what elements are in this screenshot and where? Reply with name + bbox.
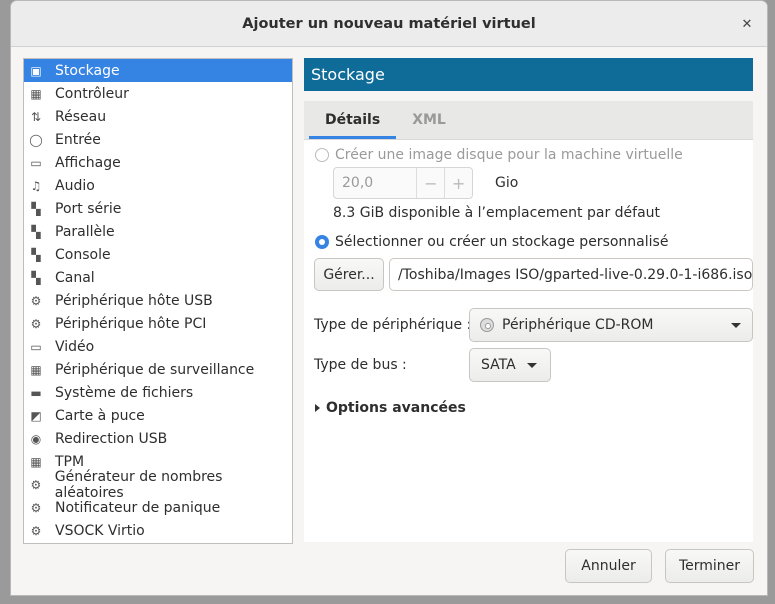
sidebar-item-watchdog[interactable]: ▦ Périphérique de surveillance [24,358,292,381]
sidebar-item-rng[interactable]: ⚙ Générateur de nombres aléatoires [24,469,292,501]
sidebar-item-label: Carte à puce [55,407,145,424]
cdrom-icon [480,318,494,332]
watchdog-icon: ▦ [30,362,42,377]
sidebar-item-label: Affichage [55,154,121,171]
title-bar: Ajouter un nouveau matériel virtuel ✕ [11,1,767,47]
sidebar-item-mouse[interactable]: ◯ Entrée [24,128,292,151]
sidebar-item-label: TPM [55,453,85,470]
audio-icon: ♫ [30,178,42,193]
create-image-radio[interactable] [315,148,329,162]
expander-arrow-icon [315,404,320,412]
disk-size-value[interactable]: 20,0 [334,168,418,198]
sidebar-item-video[interactable]: ▭ Vidéo [24,335,292,358]
create-image-option[interactable]: Créer une image disque pour la machine v… [315,147,683,163]
sidebar-item-usb-redirect[interactable]: ◉ Redirection USB [24,427,292,450]
available-space-text: 8.3 GiB disponible à l’emplacement par d… [333,205,661,221]
bus-type-label: Type de bus : [314,357,407,373]
custom-storage-radio[interactable] [315,235,329,249]
decrement-button[interactable]: − [417,168,446,198]
bus-type-value: SATA [481,357,516,373]
sidebar-item-channel[interactable]: ▚ Canal [24,266,292,289]
sidebar-item-label: Vidéo [55,338,95,355]
vsock-icon: ⚙ [30,523,42,538]
sidebar-item-label: Générateur de nombres aléatoires [54,468,223,501]
sidebar-item-monitor[interactable]: ▭ Affichage [24,151,292,174]
smartcard-icon: ◩ [30,408,42,423]
bus-type-select[interactable]: SATA [469,348,551,382]
monitor-icon: ▭ [30,155,42,170]
sidebar-item-label: Canal [55,269,95,286]
increment-button[interactable]: + [445,168,472,198]
device-type-label: Type de périphérique : [314,317,472,333]
storage-path-input[interactable]: /Toshiba/Images ISO/gparted-live-0.29.0-… [389,258,753,291]
sidebar-item-label: Console [55,246,111,263]
create-image-label: Créer une image disque pour la machine v… [335,147,683,163]
sidebar-item-serial-port[interactable]: ▚ Port série [24,197,292,220]
size-unit: Gio [495,175,519,191]
sidebar-item-label: Audio [55,177,95,194]
usb-redirect-icon: ◉ [30,431,42,446]
channel-icon: ▚ [31,270,41,285]
sidebar-item-label: VSOCK Virtio [55,522,145,539]
tab-bar: Détails XML [304,101,753,140]
sidebar-item-vsock[interactable]: ⚙ VSOCK Virtio [24,519,292,542]
serial-port-icon: ▚ [31,201,41,216]
sidebar-item-label: Réseau [55,108,107,125]
network-icon: ⇅ [30,109,42,124]
tab-details[interactable]: Détails [309,101,397,139]
panic-icon: ⚙ [30,500,42,515]
sidebar-item-label: Stockage [55,62,120,79]
device-type-value: Périphérique CD-ROM [502,317,654,333]
sidebar-item-parallel-port[interactable]: ▚ Parallèle [24,220,292,243]
sidebar-item-label: Périphérique hôte PCI [55,315,207,332]
sidebar-item-label: Périphérique de surveillance [55,361,255,378]
dialog-title: Ajouter un nouveau matériel virtuel [242,15,536,32]
sidebar-item-pci-host[interactable]: ⚙ Périphérique hôte PCI [24,312,292,335]
controller-icon: ▦ [30,86,42,101]
sidebar-item-audio[interactable]: ♫ Audio [24,174,292,197]
usb-host-icon: ⚙ [30,293,42,308]
device-type-select[interactable]: Périphérique CD-ROM [469,308,753,342]
sidebar-item-usb-host[interactable]: ⚙ Périphérique hôte USB [24,289,292,312]
disk-size-spinner[interactable]: 20,0 − + [333,167,473,199]
filesystem-icon: ▬ [30,385,42,400]
sidebar-item-label: Redirection USB [55,430,168,447]
sidebar-item-label: Notificateur de panique [55,499,221,516]
chevron-down-icon [527,363,537,368]
pci-host-icon: ⚙ [30,316,42,331]
advanced-options-label: Options avancées [326,400,466,416]
sidebar-item-label: Périphérique hôte USB [55,292,213,309]
sidebar-item-network[interactable]: ⇅ Réseau [24,105,292,128]
tpm-icon: ▦ [30,454,42,469]
disk-icon: ▣ [30,63,42,78]
sidebar-item-label: Entrée [55,131,101,148]
video-icon: ▭ [30,339,42,354]
parallel-port-icon: ▚ [31,224,41,239]
custom-storage-label: Sélectionner ou créer un stockage person… [335,234,669,250]
console-icon: ▚ [31,247,41,262]
rng-icon: ⚙ [30,477,42,492]
dialog-window: Ajouter un nouveau matériel virtuel ✕ ▣ S… [10,0,768,596]
advanced-options-expander[interactable]: Options avancées [315,400,466,416]
details-panel: Détails XML Créer une image disque pour … [304,101,753,542]
manage-button[interactable]: Gérer... [314,258,384,291]
custom-storage-option[interactable]: Sélectionner ou créer un stockage person… [315,234,668,250]
sidebar-item-smartcard[interactable]: ◩ Carte à puce [24,404,292,427]
mouse-icon: ◯ [29,132,43,147]
sidebar-item-label: Contrôleur [55,85,129,102]
close-icon[interactable]: ✕ [737,14,757,34]
tab-xml[interactable]: XML [396,101,462,139]
hardware-type-list: ▣ Stockage ▦ Contrôleur ⇅ Réseau ◯ Entrée ▭ Affic… [23,58,293,544]
sidebar-item-disk[interactable]: ▣ Stockage [24,59,292,82]
sidebar-item-label: Parallèle [55,223,115,240]
sidebar-item-label: Système de fichiers [55,384,194,401]
cancel-button[interactable]: Annuler [565,549,652,583]
sidebar-item-label: Port série [55,200,122,217]
finish-button[interactable]: Terminer [665,549,754,583]
panel-title: Stockage [304,58,753,91]
sidebar-item-filesystem[interactable]: ▬ Système de fichiers [24,381,292,404]
chevron-down-icon [731,323,741,328]
sidebar-item-controller[interactable]: ▦ Contrôleur [24,82,292,105]
sidebar-item-console[interactable]: ▚ Console [24,243,292,266]
